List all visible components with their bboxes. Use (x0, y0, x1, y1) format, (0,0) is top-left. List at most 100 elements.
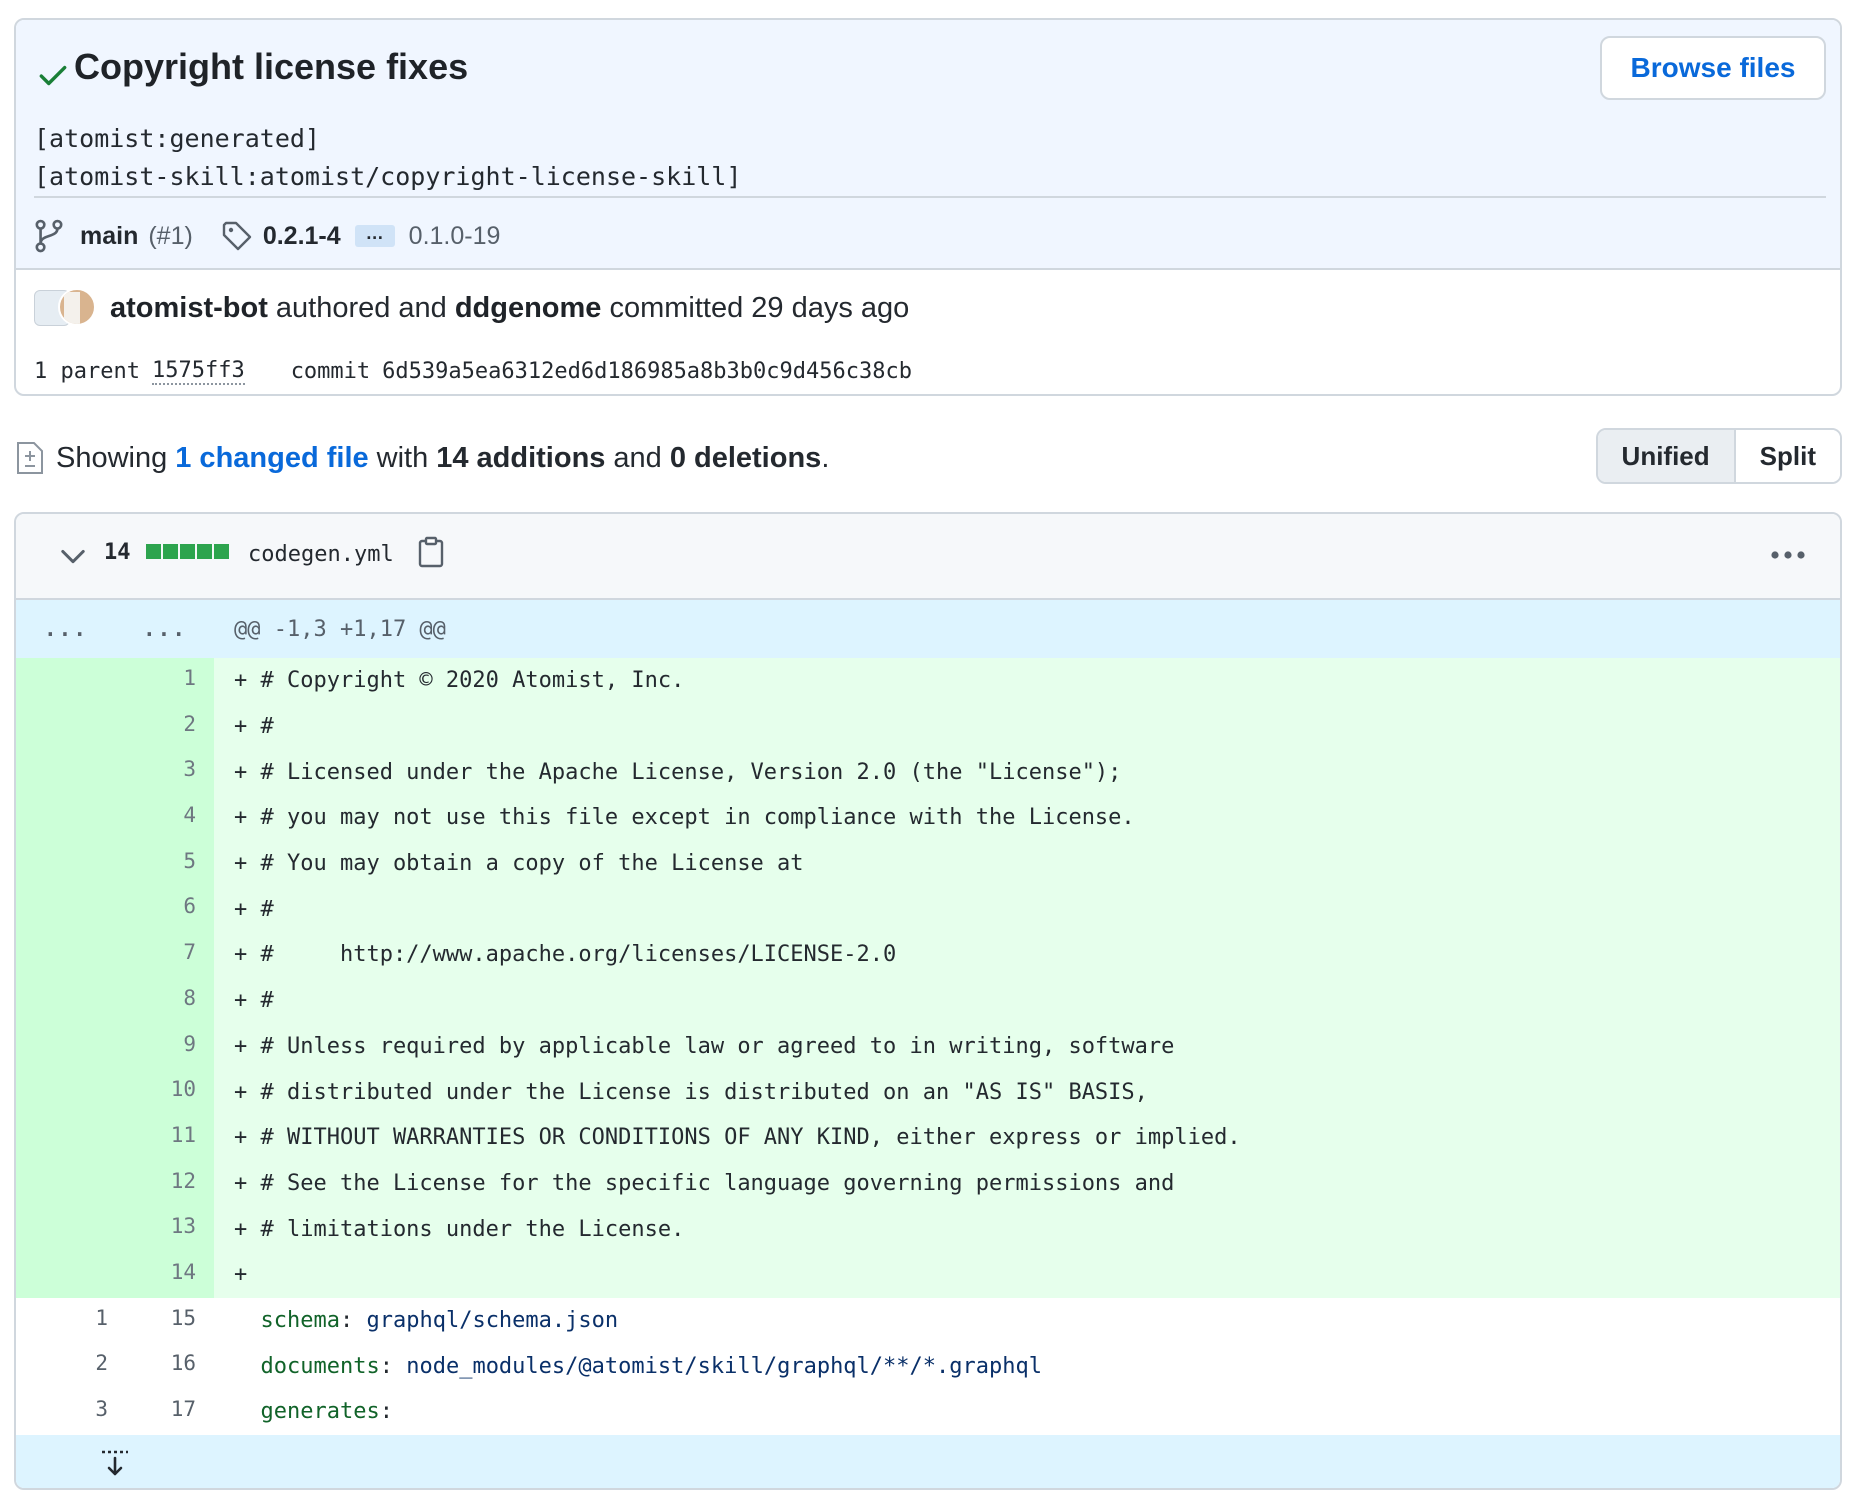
committed-text: committed 29 days ago (609, 291, 910, 324)
context-row: 2 16 documents: node_modules/@atomist/ski… (16, 1343, 1840, 1389)
old-line-number (16, 886, 116, 933)
diffstat-block (146, 544, 161, 559)
commit-description-line: [atomist-skill:atomist/copyright-license… (34, 162, 742, 191)
new-line-number[interactable]: 3 (116, 749, 214, 796)
old-line-number (16, 1069, 116, 1115)
expand-down-button[interactable] (16, 1434, 214, 1488)
old-line-number (16, 1206, 116, 1252)
author-link[interactable]: atomist-bot (110, 292, 268, 325)
new-line-number[interactable]: 9 (116, 1023, 214, 1070)
old-line-number (16, 795, 116, 841)
addition-row: 4 + # you may not use this file except in… (16, 795, 1840, 841)
old-line-number (16, 658, 116, 704)
diffstat-bar (146, 544, 229, 559)
diffstat-block (214, 544, 229, 559)
branch-link[interactable]: main (80, 222, 138, 251)
code-line: + # Licensed under the Apache License, V… (214, 749, 1840, 796)
yaml-separator: : (339, 1307, 367, 1333)
new-line-number[interactable]: 10 (116, 1069, 214, 1115)
file-name-link[interactable]: codegen.yml (248, 542, 394, 567)
diff-table: ... ... @@ -1,3 +1,17 @@ 1 + # Copyright … (16, 600, 1840, 1488)
new-line-number[interactable]: 7 (116, 932, 214, 978)
tag-icon (222, 221, 252, 251)
old-line-number (16, 1251, 116, 1298)
addition-row: 9 + # Unless required by applicable law o… (16, 1023, 1840, 1070)
old-line-number (16, 749, 116, 796)
pull-request-link[interactable]: (#1) (148, 222, 192, 251)
old-line-number[interactable]: 3 (16, 1389, 116, 1435)
yaml-separator: : (379, 1399, 393, 1425)
tag-link-first[interactable]: 0.2.1-4 (263, 222, 341, 251)
new-line-number[interactable]: 4 (116, 795, 214, 841)
clipboard-icon[interactable] (418, 536, 444, 568)
more-options-icon[interactable] (1770, 550, 1806, 560)
showing-text: Showing (56, 441, 168, 474)
addition-row: 14 + (16, 1251, 1840, 1298)
new-line-number[interactable]: 5 (116, 840, 214, 887)
new-line-number[interactable]: 16 (116, 1343, 214, 1389)
deletions-count: 0 deletions (669, 441, 822, 474)
addition-row: 10 + # distributed under the License is d… (16, 1069, 1840, 1115)
yaml-key: schema (260, 1307, 340, 1333)
author-row: atomist-bot authored and ddgenome commit… (34, 288, 917, 328)
old-line-number (16, 932, 116, 978)
chevron-down-icon[interactable] (60, 548, 86, 566)
changed-files-link[interactable]: 1 changed file (175, 442, 368, 475)
unfold-down-icon (102, 1450, 128, 1475)
committer-link[interactable]: ddgenome (455, 292, 602, 325)
new-line-number[interactable]: 15 (116, 1297, 214, 1344)
hunk-expand-old[interactable]: ... (16, 600, 116, 658)
yaml-value: node_modules/@atomist/skill/graphql/**/*… (406, 1353, 1042, 1379)
file-header: 14 codegen.yml (16, 514, 1840, 600)
yaml-value: graphql/schema.json (366, 1307, 619, 1333)
summary-period: . (821, 441, 830, 474)
new-line-number[interactable]: 8 (116, 977, 214, 1024)
hunk-expand-new[interactable]: ... (116, 600, 214, 658)
code-line: + # distributed under the License is dis… (214, 1069, 1840, 1115)
diff-summary: Showing 1 changed file with 14 additions… (16, 432, 829, 484)
context-row: 3 17 generates: (16, 1389, 1840, 1435)
and-text: and (613, 441, 662, 474)
unified-view-button[interactable]: Unified (1597, 430, 1736, 482)
new-line-number[interactable]: 11 (116, 1114, 214, 1161)
code-line: + # WITHOUT WARRANTIES OR CONDITIONS OF … (214, 1114, 1840, 1161)
new-line-number[interactable]: 1 (116, 658, 214, 704)
avatar-stack[interactable] (34, 288, 96, 328)
old-line-number[interactable]: 1 (16, 1297, 116, 1344)
old-line-number[interactable]: 2 (16, 1343, 116, 1389)
code-line: + # Unless required by applicable law or… (214, 1023, 1840, 1070)
diffstat-block (163, 544, 178, 559)
diff-view-toggle: Unified Split (1595, 428, 1842, 484)
old-line-number (16, 1160, 116, 1207)
tag-link-last[interactable]: 0.1.0-19 (409, 222, 501, 251)
browse-files-button[interactable]: Browse files (1600, 36, 1826, 100)
hunk-header: @@ -1,3 +1,17 @@ (214, 600, 1840, 658)
yaml-separator: : (379, 1353, 407, 1379)
commit-meta: 1 parent 1575ff3 commit 6d539a5ea6312ed6… (34, 358, 912, 385)
addition-row: 12 + # See the License for the specific l… (16, 1160, 1840, 1207)
new-line-number[interactable]: 17 (116, 1389, 214, 1435)
authored-text: authored and (275, 291, 447, 324)
diffstat-block (180, 544, 195, 559)
new-line-number[interactable]: 14 (116, 1251, 214, 1298)
hunk-header-row: ... ... @@ -1,3 +1,17 @@ (16, 600, 1840, 658)
check-icon (39, 65, 67, 86)
expand-row (16, 1434, 1840, 1488)
new-line-number[interactable]: 12 (116, 1160, 214, 1207)
code-line: + # Copyright © 2020 Atomist, Inc. (214, 658, 1840, 704)
code-line: + # You may obtain a copy of the License… (214, 840, 1840, 887)
code-line: + # (214, 703, 1840, 750)
split-view-button[interactable]: Split (1735, 430, 1840, 482)
git-branch-icon (35, 219, 63, 253)
branch-tag-row: main (#1) 0.2.1-4 … 0.1.0-19 (34, 216, 500, 256)
file-diff: 14 codegen.yml ... ... @@ -1,3 +1,17 @@ … (14, 512, 1842, 1490)
parent-sha-link[interactable]: 1575ff3 (151, 358, 245, 385)
new-line-number[interactable]: 2 (116, 703, 214, 750)
avatar[interactable] (58, 288, 96, 326)
new-line-number[interactable]: 13 (116, 1206, 214, 1252)
new-line-number[interactable]: 6 (116, 886, 214, 933)
expand-tags-button[interactable]: … (354, 224, 395, 247)
addition-row: 5 + # You may obtain a copy of the Licens… (16, 840, 1840, 887)
